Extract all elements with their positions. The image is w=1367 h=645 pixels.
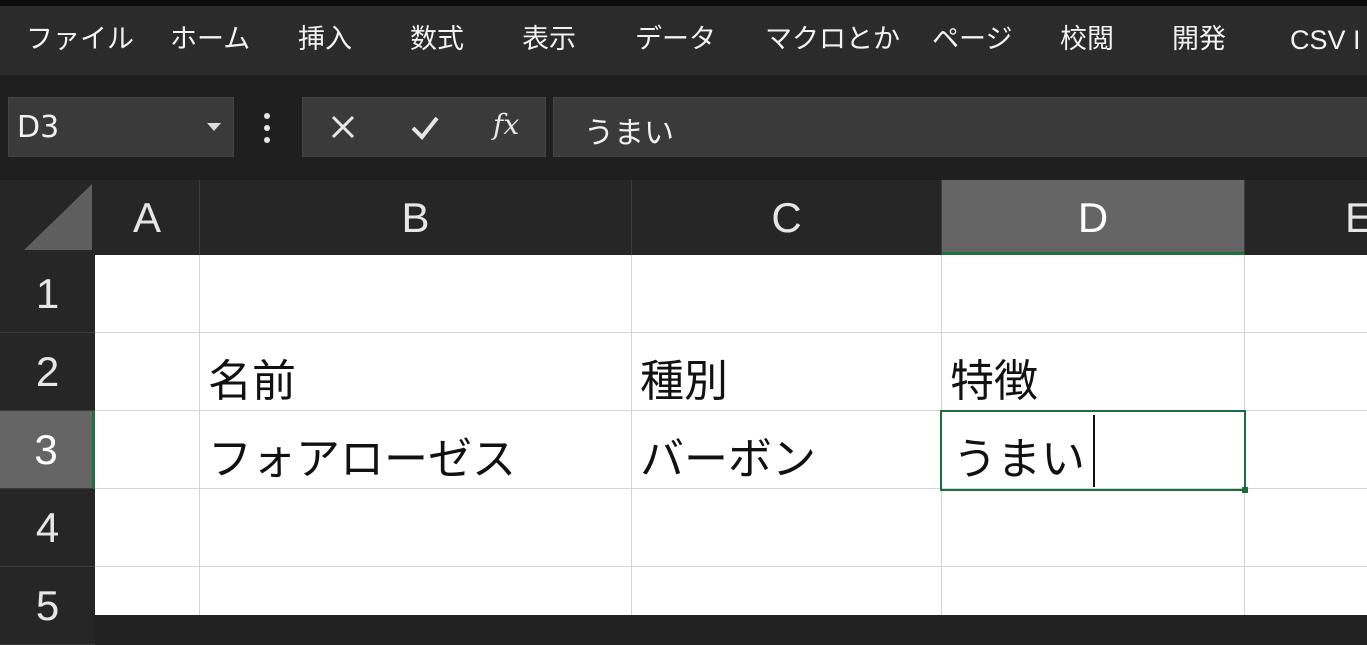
cell-grid[interactable]: 名前 種別 特徴 フォアローゼス バーボン うまい — [95, 255, 1367, 615]
tab-review[interactable]: 校閲 — [1060, 20, 1114, 60]
tab-page[interactable]: ページ — [932, 20, 1012, 60]
gridline — [199, 255, 200, 615]
row-header-5[interactable]: 5 — [0, 567, 95, 645]
formula-buttons: fx — [302, 97, 546, 157]
cell-b2[interactable]: 名前 — [208, 345, 296, 409]
cell-d2[interactable]: 特徴 — [950, 345, 1038, 409]
formula-bar: D3 fx うまい — [0, 75, 1367, 180]
cell-c2[interactable]: 種別 — [640, 345, 728, 409]
tab-csv[interactable]: CSV I — [1290, 20, 1361, 60]
tab-view[interactable]: 表示 — [522, 20, 576, 60]
more-options-icon[interactable] — [264, 113, 270, 143]
column-header-a[interactable]: A — [95, 180, 200, 255]
formula-input[interactable]: うまい — [553, 97, 1367, 157]
formula-value: うまい — [584, 116, 674, 151]
gridline — [95, 566, 1367, 567]
tab-file[interactable]: ファイル — [26, 20, 134, 60]
cell-c3[interactable]: バーボン — [640, 423, 816, 487]
chevron-down-icon[interactable] — [207, 123, 221, 131]
row-header-1[interactable]: 1 — [0, 255, 95, 333]
ribbon-tab-bar: ファイル ホーム 挿入 数式 表示 データ マクロとか ページ 校閲 開発 CS… — [0, 0, 1367, 75]
column-header-b[interactable]: B — [200, 180, 632, 255]
cancel-button[interactable] — [313, 98, 373, 156]
close-icon — [331, 115, 355, 139]
tab-insert[interactable]: 挿入 — [298, 20, 352, 60]
tab-data[interactable]: データ — [635, 20, 716, 60]
enter-button[interactable] — [395, 98, 455, 156]
select-all-button[interactable] — [0, 180, 95, 255]
check-icon — [411, 116, 439, 141]
select-all-triangle-icon — [24, 184, 92, 250]
fill-handle[interactable] — [1242, 487, 1248, 493]
name-box-value: D3 — [17, 110, 60, 145]
gridline — [631, 255, 632, 615]
tab-developer[interactable]: 開発 — [1172, 20, 1226, 60]
name-box[interactable]: D3 — [8, 97, 234, 157]
cell-b3[interactable]: フォアローゼス — [208, 423, 516, 487]
tab-macros[interactable]: マクロとか — [765, 20, 900, 60]
column-header-e[interactable]: E — [1245, 180, 1367, 255]
column-header-d[interactable]: D — [942, 180, 1245, 255]
row-header-3[interactable]: 3 — [0, 411, 95, 489]
gridline — [95, 332, 1367, 333]
row-header-4[interactable]: 4 — [0, 489, 95, 567]
column-header-c[interactable]: C — [632, 180, 942, 255]
text-caret — [1093, 415, 1095, 487]
row-header-2[interactable]: 2 — [0, 333, 95, 411]
tab-formulas[interactable]: 数式 — [410, 20, 464, 60]
insert-function-button[interactable]: fx — [493, 108, 519, 141]
tab-home[interactable]: ホーム — [170, 20, 250, 60]
